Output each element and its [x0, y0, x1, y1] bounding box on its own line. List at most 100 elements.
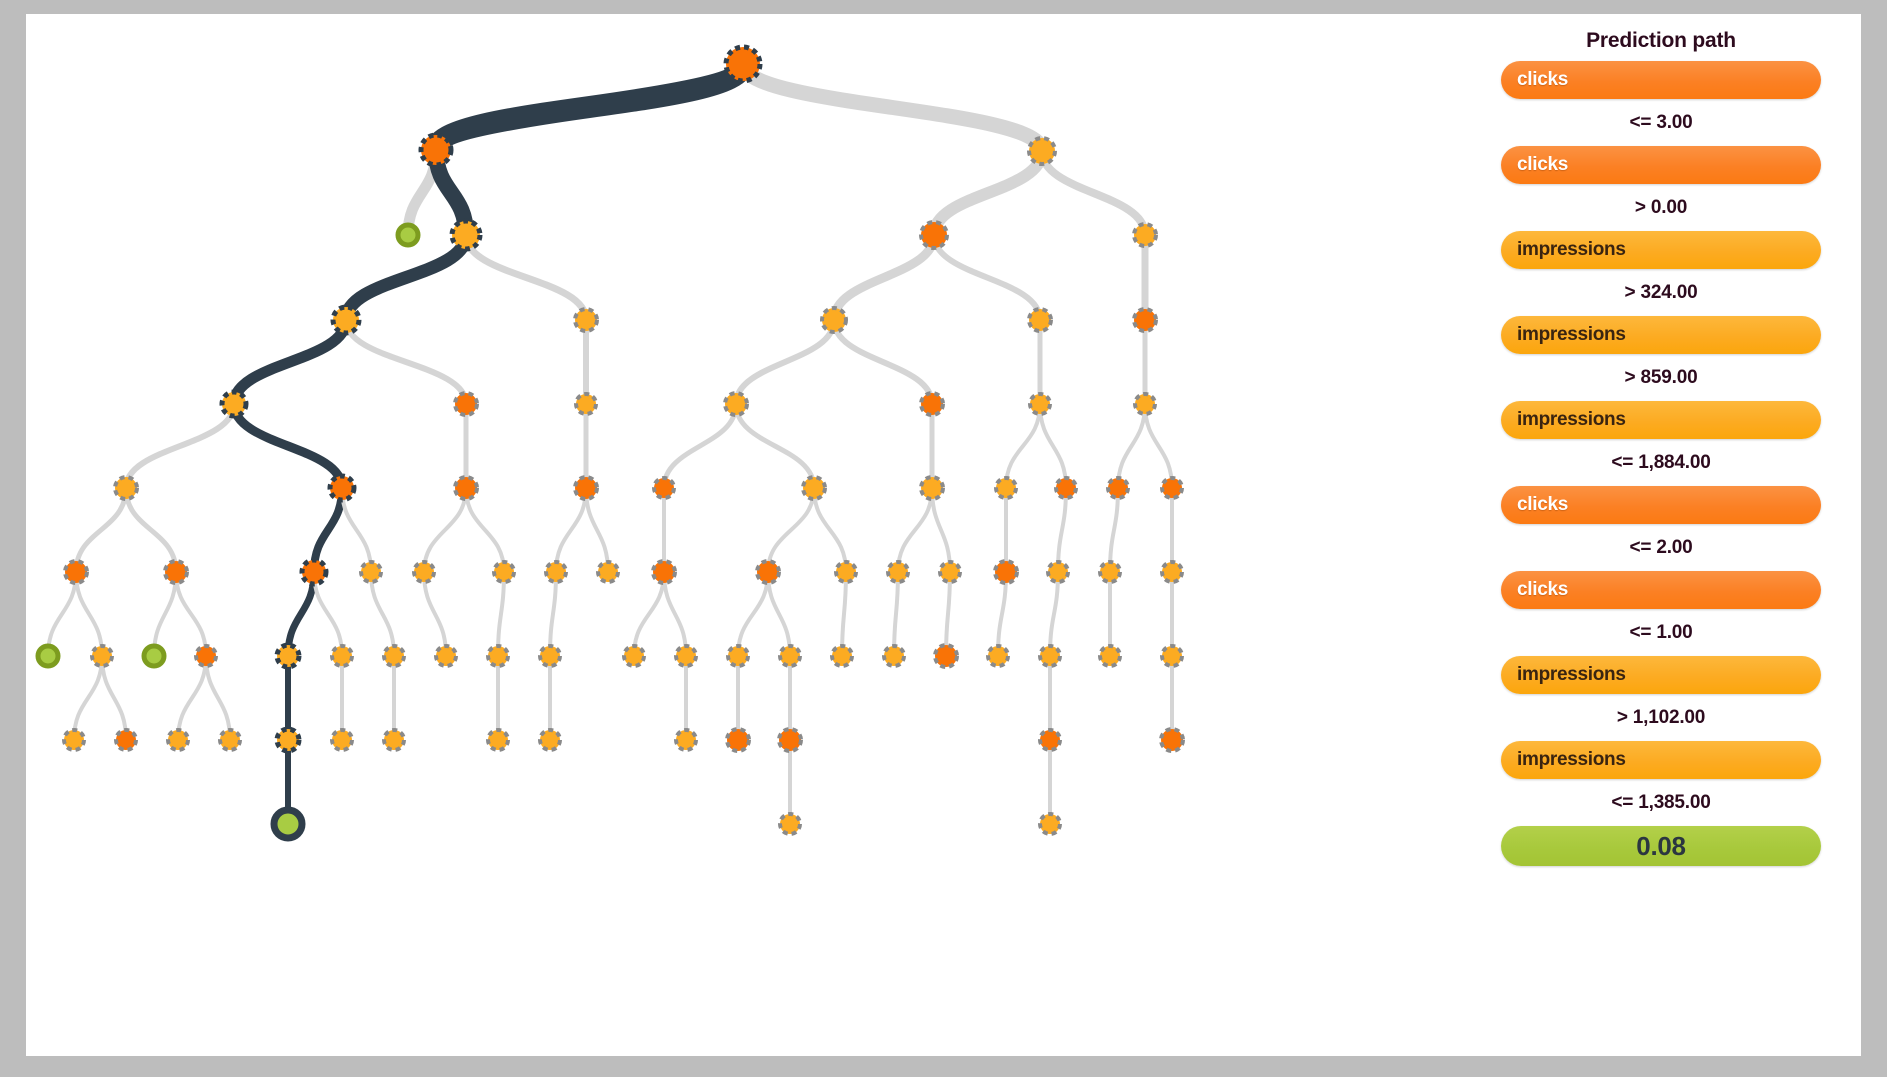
tree-node[interactable] [63, 559, 89, 585]
tree-node[interactable] [651, 559, 677, 585]
tree-node[interactable] [382, 728, 406, 752]
tree-node-on-path[interactable] [330, 304, 362, 336]
tree-node[interactable] [1132, 307, 1158, 333]
tree-node[interactable] [1027, 307, 1053, 333]
tree-node[interactable] [1038, 728, 1062, 752]
tree-node[interactable] [573, 307, 599, 333]
tree-node[interactable] [652, 476, 676, 500]
tree-node[interactable] [538, 644, 562, 668]
tree-leaf-node-prediction[interactable] [270, 806, 306, 842]
path-feature-pill[interactable]: impressions [1501, 316, 1821, 354]
tree-node-on-path[interactable] [723, 44, 763, 84]
tree-node[interactable] [453, 475, 479, 501]
tree-node[interactable] [1038, 644, 1062, 668]
tree-node[interactable] [1160, 560, 1184, 584]
tree-node-on-path[interactable] [274, 726, 302, 754]
tree-node[interactable] [382, 644, 406, 668]
tree-node[interactable] [538, 728, 562, 752]
tree-node-on-path[interactable] [219, 389, 249, 419]
tree-node[interactable] [1133, 392, 1157, 416]
tree-link [928, 145, 1048, 241]
tree-node-on-path[interactable] [274, 642, 302, 670]
path-feature-pill[interactable]: impressions [1501, 656, 1821, 694]
tree-node[interactable] [1159, 727, 1185, 753]
tree-node[interactable] [919, 220, 949, 250]
tree-node[interactable] [1132, 222, 1158, 248]
tree-node[interactable] [1098, 560, 1122, 584]
tree-node[interactable] [755, 559, 781, 585]
decision-tree-diagram[interactable] [26, 14, 1486, 1056]
tree-node[interactable] [573, 475, 599, 501]
tree-link [766, 570, 792, 658]
tree-leaf-node[interactable] [35, 643, 61, 669]
tree-node[interactable] [194, 644, 218, 668]
tree-link [123, 485, 179, 575]
tree-link [422, 570, 448, 658]
tree-node[interactable] [993, 559, 1019, 585]
tree-node[interactable] [725, 727, 751, 753]
tree-node[interactable] [1054, 476, 1078, 500]
tree-node[interactable] [834, 560, 858, 584]
tree-node[interactable] [919, 391, 945, 417]
tree-node[interactable] [830, 644, 854, 668]
tree-node[interactable] [90, 644, 114, 668]
path-feature-pill[interactable]: clicks [1501, 571, 1821, 609]
tree-node-on-path[interactable] [449, 218, 483, 252]
path-feature-pill[interactable]: impressions [1501, 741, 1821, 779]
tree-leaf-node[interactable] [395, 222, 421, 248]
tree-node[interactable] [453, 391, 479, 417]
path-feature-pill[interactable]: clicks [1501, 61, 1821, 99]
tree-node[interactable] [986, 644, 1010, 668]
tree-node[interactable] [1028, 392, 1052, 416]
tree-node[interactable] [492, 560, 516, 584]
tree-node[interactable] [1027, 136, 1057, 166]
tree-node[interactable] [933, 643, 959, 669]
tree-node[interactable] [596, 560, 620, 584]
tree-node-on-path[interactable] [299, 557, 329, 587]
tree-leaf-node[interactable] [141, 643, 167, 669]
tree-node[interactable] [726, 644, 750, 668]
tree-node[interactable] [674, 644, 698, 668]
tree-node[interactable] [674, 728, 698, 752]
path-feature-pill[interactable]: impressions [1501, 231, 1821, 269]
path-feature-pill[interactable]: impressions [1501, 401, 1821, 439]
tree-node[interactable] [1160, 644, 1184, 668]
tree-node[interactable] [882, 644, 906, 668]
tree-node-on-path[interactable] [327, 473, 357, 503]
path-feature-pill[interactable]: clicks [1501, 146, 1821, 184]
prediction-value-pill[interactable]: 0.08 [1501, 826, 1821, 866]
tree-node[interactable] [1098, 644, 1122, 668]
tree-node[interactable] [938, 560, 962, 584]
tree-node[interactable] [801, 475, 827, 501]
tree-node[interactable] [1106, 476, 1130, 500]
tree-node[interactable] [622, 644, 646, 668]
tree-node[interactable] [1160, 476, 1184, 500]
tree-node[interactable] [62, 728, 86, 752]
tree-node[interactable] [544, 560, 568, 584]
tree-node[interactable] [330, 644, 354, 668]
tree-node[interactable] [218, 728, 242, 752]
tree-node[interactable] [412, 560, 436, 584]
tree-node[interactable] [778, 644, 802, 668]
tree-node[interactable] [919, 475, 945, 501]
tree-node[interactable] [486, 644, 510, 668]
tree-node[interactable] [113, 475, 139, 501]
tree-node[interactable] [574, 392, 598, 416]
tree-node[interactable] [1046, 560, 1070, 584]
path-feature-pill[interactable]: clicks [1501, 486, 1821, 524]
tree-node[interactable] [434, 644, 458, 668]
tree-node[interactable] [778, 812, 802, 836]
tree-node[interactable] [777, 727, 803, 753]
tree-node-on-path[interactable] [418, 132, 454, 168]
tree-node[interactable] [330, 728, 354, 752]
tree-node[interactable] [163, 559, 189, 585]
tree-node[interactable] [723, 391, 749, 417]
tree-node[interactable] [820, 306, 848, 334]
tree-node[interactable] [994, 476, 1018, 500]
tree-node[interactable] [166, 728, 190, 752]
tree-node[interactable] [486, 728, 510, 752]
tree-node[interactable] [1038, 812, 1062, 836]
tree-node[interactable] [359, 560, 383, 584]
tree-node[interactable] [114, 728, 138, 752]
tree-node[interactable] [886, 560, 910, 584]
